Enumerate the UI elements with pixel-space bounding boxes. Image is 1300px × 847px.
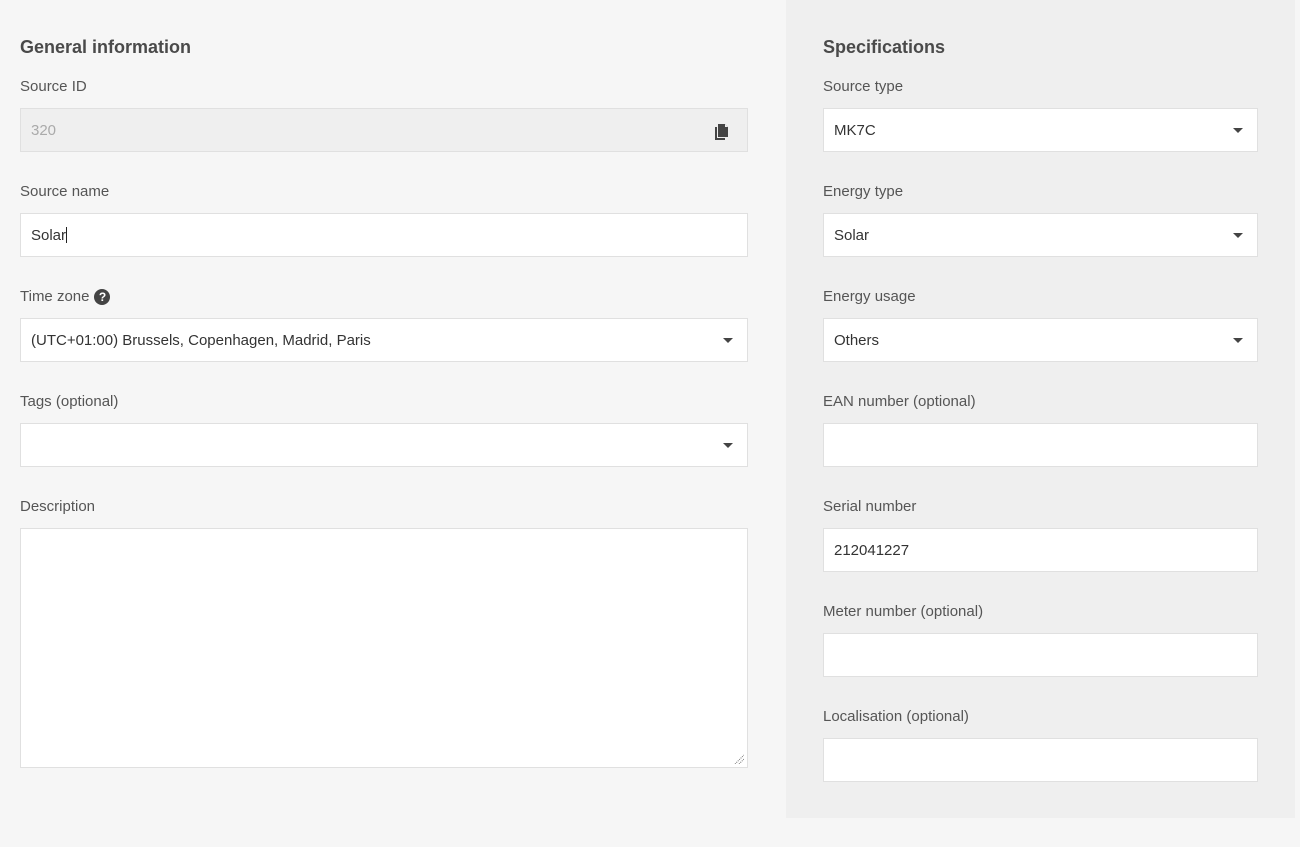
serial-number-value: 212041227 bbox=[834, 541, 910, 559]
ean-number-input[interactable] bbox=[823, 423, 1258, 467]
localisation-input[interactable] bbox=[823, 738, 1258, 782]
serial-number-input[interactable]: 212041227 bbox=[823, 528, 1258, 572]
time-zone-select[interactable]: (UTC+01:00) Brussels, Copenhagen, Madrid… bbox=[20, 318, 748, 362]
specifications-panel: Specifications Source type MK7C Energy t… bbox=[786, 0, 1295, 818]
source-type-value: MK7C bbox=[834, 121, 876, 139]
energy-type-value: Solar bbox=[834, 226, 870, 244]
help-icon[interactable]: ? bbox=[94, 288, 111, 305]
energy-usage-label: Energy usage bbox=[823, 288, 916, 305]
time-zone-value: (UTC+01:00) Brussels, Copenhagen, Madrid… bbox=[31, 331, 371, 349]
general-information-panel: General information Source ID 320 Source… bbox=[0, 0, 786, 847]
ean-number-label: EAN number (optional) bbox=[823, 393, 976, 410]
source-name-value: Solar bbox=[31, 226, 67, 244]
specifications-title: Specifications bbox=[823, 37, 946, 57]
source-name-input[interactable]: Solar bbox=[20, 213, 748, 257]
time-zone-label: Time zone ? bbox=[20, 288, 111, 305]
source-name-label: Source name bbox=[20, 183, 110, 200]
source-id-field: 320 bbox=[20, 108, 748, 152]
time-zone-label-text: Time zone bbox=[20, 288, 90, 305]
chevron-down-icon bbox=[1233, 338, 1243, 343]
general-information-title: General information bbox=[20, 37, 192, 57]
serial-number-label: Serial number bbox=[823, 498, 917, 515]
meter-number-input[interactable] bbox=[823, 633, 1258, 677]
energy-usage-select[interactable]: Others bbox=[823, 318, 1258, 362]
meter-number-label: Meter number (optional) bbox=[823, 603, 984, 620]
text-cursor bbox=[66, 227, 68, 243]
source-type-select[interactable]: MK7C bbox=[823, 108, 1258, 152]
chevron-down-icon bbox=[1233, 128, 1243, 133]
energy-usage-value: Others bbox=[834, 331, 880, 349]
copy-icon[interactable] bbox=[715, 124, 729, 140]
chevron-down-icon bbox=[1233, 233, 1243, 238]
source-id-value: 320 bbox=[31, 121, 57, 139]
source-type-label: Source type bbox=[823, 78, 904, 95]
energy-type-select[interactable]: Solar bbox=[823, 213, 1258, 257]
description-label: Description bbox=[20, 498, 96, 515]
source-id-label: Source ID bbox=[20, 78, 87, 95]
tags-select[interactable] bbox=[20, 423, 748, 467]
chevron-down-icon bbox=[723, 338, 733, 343]
description-textarea[interactable] bbox=[20, 528, 748, 768]
localisation-label: Localisation (optional) bbox=[823, 708, 969, 725]
tags-label: Tags (optional) bbox=[20, 393, 119, 410]
chevron-down-icon bbox=[723, 443, 733, 448]
energy-type-label: Energy type bbox=[823, 183, 904, 200]
resize-handle-icon[interactable] bbox=[734, 754, 744, 764]
